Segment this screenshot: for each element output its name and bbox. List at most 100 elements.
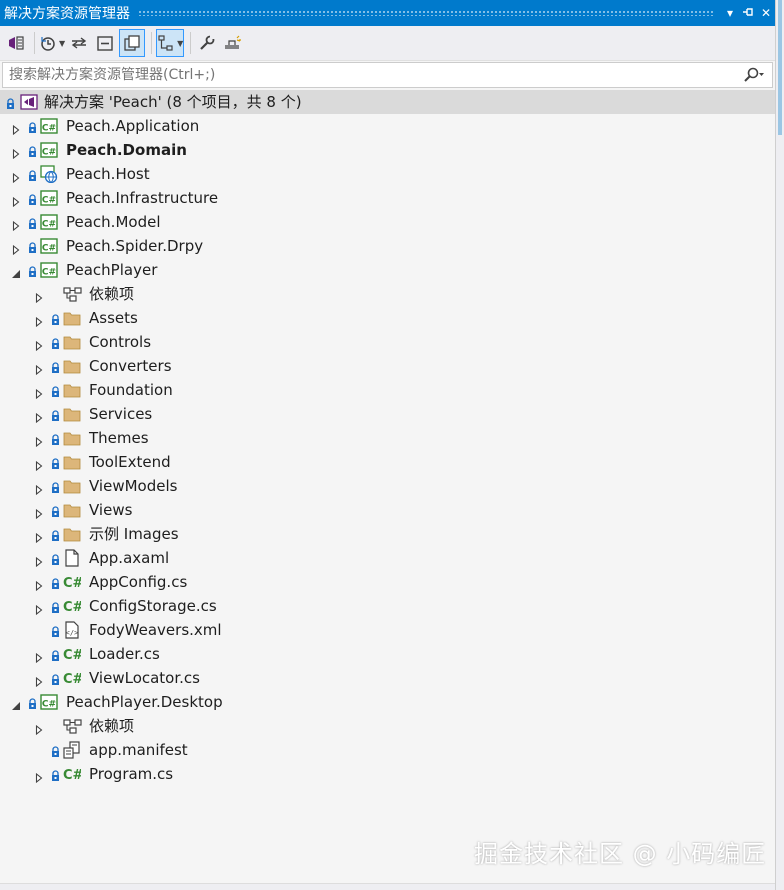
csharp-project-icon: C# [40,117,58,135]
solution-root-node[interactable]: 解决方案 'Peach' (8 个项目，共 8 个) [0,90,775,114]
collapsed-arrow-icon[interactable] [34,529,44,544]
svg-text:C#: C# [42,268,56,278]
svg-text:C#: C# [42,196,56,206]
collapsed-arrow-icon[interactable] [11,217,21,232]
tree-item[interactable]: Views [0,498,775,522]
collapsed-arrow-icon[interactable] [34,481,44,496]
tree-item[interactable]: App.axaml [0,546,775,570]
search-box[interactable] [2,62,773,88]
collapsed-arrow-icon[interactable] [34,721,44,736]
lock-icon [51,624,60,637]
tree-item-label: app.manifest [89,741,188,759]
tree-item[interactable]: 示例 Images [0,522,775,546]
tree-item[interactable]: 依赖项 [0,714,775,738]
collapsed-arrow-icon[interactable] [34,313,44,328]
folder-icon [63,477,81,495]
tree-item-label: FodyWeavers.xml [89,621,222,639]
tree-item[interactable]: Assets [0,306,775,330]
collapsed-arrow-icon[interactable] [34,457,44,472]
tree-item[interactable]: app.manifest [0,738,775,762]
collapsed-arrow-icon[interactable] [34,769,44,784]
project-node[interactable]: C# Peach.Domain [0,138,775,162]
collapsed-arrow-icon[interactable] [11,121,21,136]
collapsed-arrow-icon[interactable] [34,577,44,592]
expanded-arrow-icon[interactable] [11,265,21,278]
file-icon [63,549,81,567]
panel-title-bar[interactable]: 解决方案资源管理器 ▾ ✕ [0,0,775,26]
lock-icon [51,480,60,493]
search-input[interactable] [3,66,736,84]
tree-item-label: 依赖项 [89,285,135,303]
tree-item[interactable]: ToolExtend [0,450,775,474]
tree-item-label: Views [89,501,133,519]
lock-icon [51,408,60,421]
tree-item[interactable]: Controls [0,330,775,354]
tree-item[interactable]: 依赖项 [0,282,775,306]
tree-item[interactable]: C# Loader.cs [0,642,775,666]
sync-with-active-document-button[interactable] [67,30,91,56]
collapsed-arrow-icon[interactable] [11,193,21,208]
tree-item[interactable]: C# AppConfig.cs [0,570,775,594]
folder-icon [63,453,81,471]
collapse-all-button[interactable] [93,30,117,56]
right-tool-window-tabs[interactable] [775,0,784,890]
project-node[interactable]: C# PeachPlayer [0,258,775,282]
lock-icon [51,456,60,469]
tree-item[interactable]: C# Program.cs [0,762,775,786]
collapsed-arrow-icon[interactable] [34,673,44,688]
pin-icon [743,7,753,16]
pending-changes-filter-button[interactable]: ▼ [39,30,65,56]
drag-grip[interactable] [138,10,715,16]
search-button[interactable] [736,67,772,83]
tree-item[interactable]: Foundation [0,378,775,402]
tree-item[interactable]: </> FodyWeavers.xml [0,618,775,642]
tree-item[interactable]: Services [0,402,775,426]
project-node[interactable]: C# PeachPlayer.Desktop [0,690,775,714]
preview-selected-items-button[interactable]: ▼ [156,29,185,57]
manifest-file-icon [63,741,81,759]
project-node[interactable]: Peach.Host [0,162,775,186]
tree-item-label: ConfigStorage.cs [89,597,217,615]
csharp-file-icon: C# [63,669,84,687]
svg-text:C#: C# [42,220,56,230]
collapsed-arrow-icon[interactable] [11,241,21,256]
svg-text:C#: C# [42,124,56,134]
collapsed-arrow-icon[interactable] [34,385,44,400]
active-tab-indicator [778,0,782,135]
collapsed-arrow-icon[interactable] [34,601,44,616]
show-all-files-button[interactable] [119,29,146,57]
tree-item[interactable]: Converters [0,354,775,378]
lock-icon [51,336,60,349]
properties-button[interactable] [195,30,219,56]
lock-icon [28,240,37,253]
collapsed-arrow-icon[interactable] [34,337,44,352]
collapsed-arrow-icon[interactable] [34,361,44,376]
auto-hide-pin-button[interactable] [739,6,757,21]
collapsed-arrow-icon[interactable] [34,553,44,568]
folder-icon [63,309,81,327]
project-node[interactable]: C# Peach.Model [0,210,775,234]
collapsed-arrow-icon[interactable] [34,505,44,520]
collapsed-arrow-icon[interactable] [34,409,44,424]
project-node[interactable]: C# Peach.Application [0,114,775,138]
collapsed-arrow-icon[interactable] [34,289,44,304]
collapsed-arrow-icon[interactable] [11,145,21,160]
window-position-dropdown-button[interactable]: ▾ [721,6,739,20]
svg-text:C#: C# [63,672,81,687]
switch-views-button[interactable] [4,30,28,56]
collapsed-arrow-icon[interactable] [11,169,21,184]
expanded-arrow-icon[interactable] [11,697,21,710]
tree-item[interactable]: Themes [0,426,775,450]
tree-item[interactable]: C# ConfigStorage.cs [0,594,775,618]
project-node[interactable]: C# Peach.Infrastructure [0,186,775,210]
tree-item-label: ViewModels [89,477,178,495]
pending-changes-button[interactable] [221,30,245,56]
properties-wrench-icon [200,35,216,50]
project-node[interactable]: C# Peach.Spider.Drpy [0,234,775,258]
tree-item[interactable]: ViewModels [0,474,775,498]
collapsed-arrow-icon[interactable] [34,649,44,664]
collapse-all-icon [97,36,113,51]
collapsed-arrow-icon[interactable] [34,433,44,448]
tree-item[interactable]: C# ViewLocator.cs [0,666,775,690]
close-button[interactable]: ✕ [757,6,775,20]
